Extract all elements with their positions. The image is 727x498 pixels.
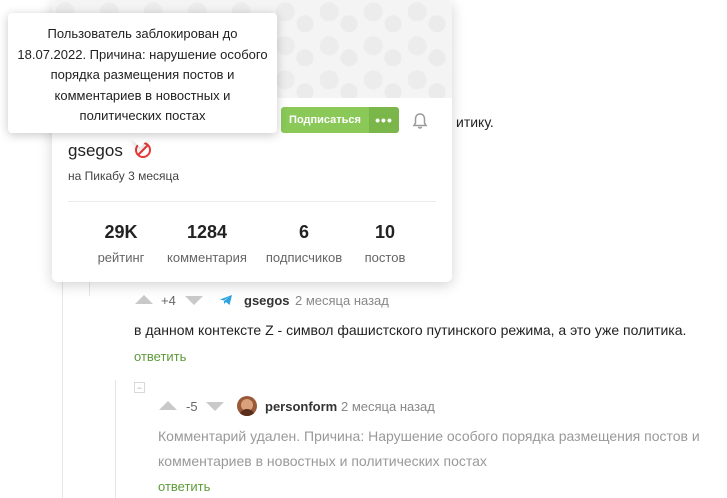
downvote-button[interactable] [206, 402, 224, 411]
more-options-button[interactable]: ••• [369, 107, 399, 133]
upvote-button[interactable] [159, 401, 177, 410]
subscribe-button[interactable]: Подписаться [281, 107, 369, 133]
upvote-button[interactable] [135, 295, 153, 304]
telegram-icon [220, 295, 232, 305]
reply-button[interactable]: ответить [158, 479, 210, 494]
comment-author[interactable]: gsegos [244, 293, 290, 308]
ban-reason-tooltip: Пользователь заблокирован до 18.07.2022.… [8, 13, 277, 133]
profile-joined: на Пикабу 3 месяца [68, 169, 180, 183]
stat-rating-value: 29K [104, 222, 138, 242]
comment-rating: -5 [186, 399, 198, 414]
stat-posts-label: постов [364, 250, 406, 265]
thread-line-outer [62, 280, 63, 498]
downvote-button[interactable] [185, 296, 203, 305]
avatar[interactable] [237, 396, 257, 416]
comment-time[interactable]: 2 месяца назад [295, 293, 389, 308]
reply-button[interactable]: ответить [134, 349, 186, 364]
stat-subscribers-label: подписчиков [265, 250, 343, 265]
comment-rating: +4 [161, 293, 176, 308]
comment-text: в данном контексте Z - символ фашистског… [134, 322, 687, 338]
deleted-comment-text-line1: Комментарий удален. Причина: Нарушение о… [158, 428, 700, 444]
stat-comments-label: комментария [167, 250, 247, 265]
stat-rating-label: рейтинг [97, 250, 145, 265]
stat-comments-value: 1284 [186, 222, 228, 242]
divider [68, 201, 436, 202]
comment-time[interactable]: 2 месяца назад [341, 399, 435, 414]
deleted-comment-text-line2: комментариев в новостных и политических … [158, 453, 487, 469]
stat-posts-value: 10 [374, 222, 396, 242]
thread-line-reply [115, 380, 116, 498]
comment-author[interactable]: personform [265, 399, 337, 414]
background-comment-text: итику. [456, 114, 494, 130]
thread-line-nested [89, 280, 90, 296]
bell-icon[interactable] [412, 112, 428, 130]
profile-username[interactable]: gsegos [68, 141, 123, 161]
stat-subscribers-value: 6 [298, 222, 309, 242]
collapse-button[interactable]: − [134, 382, 145, 393]
